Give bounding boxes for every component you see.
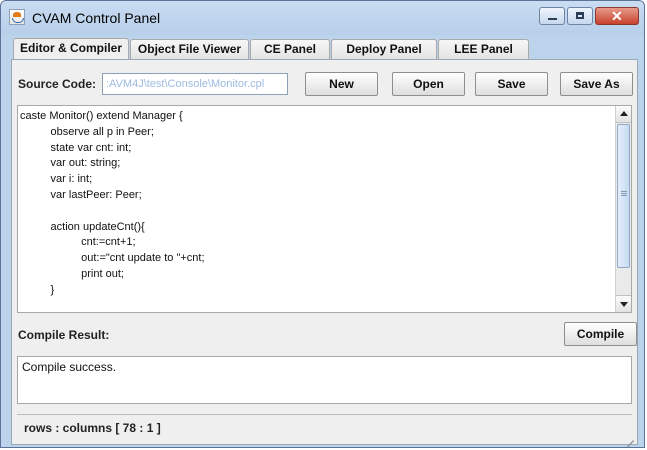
code-line[interactable]: print out; <box>20 267 610 283</box>
compile-result-label: Compile Result: <box>18 328 110 342</box>
code-editor[interactable]: caste Monitor() extend Manager { observe… <box>17 105 632 313</box>
status-divider <box>17 414 632 415</box>
source-path-field[interactable]: :AVM4J\test\Console\Monitor.cpl <box>102 73 288 95</box>
tab-object-file-viewer[interactable]: Object File Viewer <box>130 39 249 59</box>
code-line[interactable] <box>20 204 610 220</box>
code-line[interactable]: var i: int; <box>20 172 610 188</box>
java-app-icon <box>9 9 25 25</box>
scroll-down-arrow-icon[interactable] <box>616 295 631 312</box>
source-code-label: Source Code: <box>18 77 97 91</box>
editor-vertical-scrollbar[interactable] <box>615 106 631 312</box>
main-window: CVAM Control Panel ✕ Editor & Compiler O… <box>0 0 645 448</box>
compile-button[interactable]: Compile <box>564 322 637 346</box>
code-line[interactable]: caste Monitor() extend Manager { <box>20 109 610 125</box>
tab-ce-panel[interactable]: CE Panel <box>250 39 330 59</box>
code-line[interactable]: var lastPeer: Peer; <box>20 188 610 204</box>
code-line[interactable]: state var cnt: int; <box>20 141 610 157</box>
code-line[interactable]: out:="cnt update to "+cnt; <box>20 251 610 267</box>
maximize-icon <box>576 12 584 19</box>
code-line[interactable]: } <box>20 283 610 299</box>
close-icon: ✕ <box>611 8 623 24</box>
minimize-icon <box>548 18 557 20</box>
editor-compiler-panel: Source Code: :AVM4J\test\Console\Monitor… <box>11 59 638 447</box>
scroll-up-arrow-icon[interactable] <box>616 106 631 123</box>
tab-editor-compiler[interactable]: Editor & Compiler <box>13 38 129 60</box>
window-title: CVAM Control Panel <box>32 10 161 26</box>
thumb-grip <box>621 195 627 196</box>
thumb-grip <box>621 193 627 194</box>
new-button[interactable]: New <box>305 72 378 96</box>
thumb-grip <box>621 191 627 192</box>
status-bar-text: rows : columns [ 78 : 1 ] <box>24 421 161 435</box>
resize-grip-icon[interactable] <box>624 431 634 447</box>
code-line[interactable]: action updateCnt(){ <box>20 220 610 236</box>
save-button[interactable]: Save <box>475 72 548 96</box>
compile-output[interactable]: Compile success. <box>17 356 632 404</box>
code-line[interactable]: var out: string; <box>20 156 610 172</box>
tab-lee-panel[interactable]: LEE Panel <box>438 39 529 59</box>
maximize-button[interactable] <box>567 7 593 25</box>
title-bar[interactable]: CVAM Control Panel ✕ <box>1 1 644 35</box>
save-as-button[interactable]: Save As <box>560 72 633 96</box>
code-text[interactable]: caste Monitor() extend Manager { observe… <box>20 109 610 299</box>
scroll-thumb[interactable] <box>617 124 630 268</box>
close-button[interactable]: ✕ <box>595 7 639 25</box>
minimize-button[interactable] <box>539 7 565 25</box>
open-button[interactable]: Open <box>392 72 465 96</box>
code-line[interactable]: observe all p in Peer; <box>20 125 610 141</box>
tab-deploy-panel[interactable]: Deploy Panel <box>331 39 437 59</box>
code-line[interactable]: cnt:=cnt+1; <box>20 235 610 251</box>
